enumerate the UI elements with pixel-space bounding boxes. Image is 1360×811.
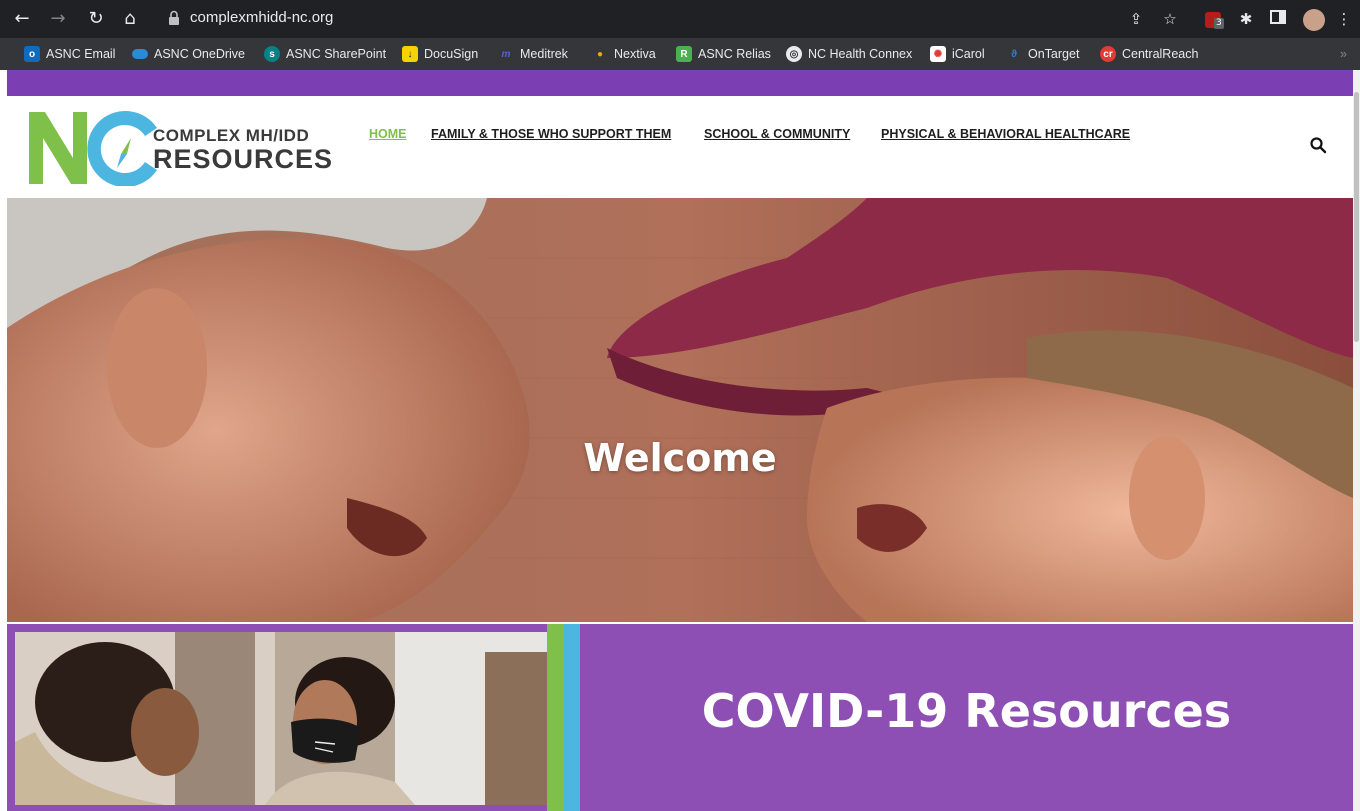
bookmark-nextiva[interactable]: ● Nextiva: [592, 45, 656, 63]
address-bar[interactable]: complexmhidd-nc.org: [190, 9, 333, 26]
sharepoint-icon: s: [264, 46, 280, 62]
bookmark-label: Meditrek: [520, 47, 568, 61]
profile-avatar[interactable]: [1302, 6, 1326, 32]
centralreach-icon: cr: [1100, 46, 1116, 62]
bookmark-label: ASNC Email: [46, 47, 116, 61]
nextiva-icon: ●: [596, 48, 604, 60]
side-panel-icon[interactable]: [1266, 6, 1290, 32]
top-accent-bar: [7, 70, 1353, 96]
logo-line2: RESOURCES: [153, 144, 334, 174]
bookmark-star-icon[interactable]: ☆: [1158, 6, 1182, 32]
bookmark-asnc-sharepoint[interactable]: s ASNC SharePoint: [264, 45, 386, 63]
bookmarks-bar: o ASNC Email ASNC OneDrive s ASNC SharePoi…: [0, 38, 1360, 70]
bookmark-label: iCarol: [952, 47, 985, 61]
menu-kebab-icon[interactable]: ⋮: [1334, 6, 1354, 32]
back-arrow-icon[interactable]: ←: [10, 7, 34, 31]
nav-family[interactable]: FAMILY & THOSE WHO SUPPORT THEM: [431, 127, 671, 141]
nav-home[interactable]: HOME: [369, 127, 407, 141]
nav-healthcare[interactable]: PHYSICAL & BEHAVIORAL HEALTHCARE: [881, 127, 1130, 141]
bookmark-icarol[interactable]: ✺ iCarol: [930, 45, 985, 63]
bookmark-label: DocuSign: [424, 47, 479, 61]
ublock-extension-icon[interactable]: 3: [1200, 6, 1226, 32]
globe-icon: ◎: [786, 46, 802, 62]
logo-line1: COMPLEX MH/IDD: [153, 126, 310, 145]
hero-title: Welcome: [583, 436, 777, 480]
search-icon[interactable]: [1309, 136, 1331, 158]
bookmark-label: ASNC SharePoint: [286, 47, 387, 61]
nav-school-community[interactable]: SCHOOL & COMMUNITY: [704, 127, 850, 141]
scrollbar-thumb[interactable]: [1354, 92, 1359, 342]
reload-icon[interactable]: ↻: [84, 7, 108, 31]
home-icon[interactable]: ⌂: [118, 7, 142, 31]
site-logo[interactable]: COMPLEX MH/IDD RESOURCES: [27, 108, 332, 186]
bookmark-docusign[interactable]: ↓ DocuSign: [402, 45, 478, 63]
accent-stripe-green: [547, 624, 564, 811]
ontarget-icon: ϑ: [1011, 48, 1017, 60]
outlook-icon: o: [24, 46, 40, 62]
extensions-puzzle-icon[interactable]: ✱: [1234, 6, 1258, 32]
meditrek-icon: m: [501, 48, 511, 60]
accent-stripe-blue: [564, 624, 580, 811]
share-icon[interactable]: ⇪: [1124, 6, 1148, 32]
covid-title: COVID-19 Resources: [701, 684, 1232, 738]
hero-banner: Welcome: [7, 198, 1353, 622]
site-header: COMPLEX MH/IDD RESOURCES HOME FAMILY & T…: [7, 96, 1353, 198]
bookmark-label: CentralReach: [1122, 47, 1199, 61]
mask-photo: [15, 632, 547, 805]
bookmark-label: ASNC Relias: [698, 47, 771, 61]
bookmark-nc-health-connex[interactable]: ◎ NC Health Connex: [786, 45, 912, 63]
bookmark-asnc-relias[interactable]: R ASNC Relias: [676, 45, 771, 63]
covid-photo: [15, 632, 547, 805]
lock-icon[interactable]: [168, 10, 182, 28]
extension-badge: 3: [1214, 18, 1224, 29]
covid-resources-banner[interactable]: COVID-19 Resources: [7, 624, 1353, 811]
bookmark-asnc-onedrive[interactable]: ASNC OneDrive: [132, 45, 245, 63]
bookmark-centralreach[interactable]: cr CentralReach: [1100, 45, 1198, 63]
docusign-icon: ↓: [402, 46, 418, 62]
bookmark-label: NC Health Connex: [808, 47, 913, 61]
bookmark-label: Nextiva: [614, 47, 656, 61]
relias-icon: R: [676, 46, 692, 62]
bookmark-label: ASNC OneDrive: [154, 47, 245, 61]
browser-toolbar: ← → ↻ ⌂ complexmhidd-nc.org ⇪ ☆ 3 ✱ ⋮: [0, 0, 1360, 38]
bookmark-ontarget[interactable]: ϑ OnTarget: [1006, 45, 1079, 63]
bookmarks-overflow-icon[interactable]: »: [1340, 45, 1347, 63]
onedrive-icon: [132, 49, 148, 59]
icarol-icon: ✺: [930, 46, 946, 62]
nc-logo-icon: [29, 111, 157, 186]
hero-photo: [7, 198, 1353, 622]
bookmark-label: OnTarget: [1028, 47, 1080, 61]
bookmark-meditrek[interactable]: m Meditrek: [498, 45, 568, 63]
forward-arrow-icon[interactable]: →: [46, 7, 70, 31]
bookmark-asnc-email[interactable]: o ASNC Email: [24, 45, 115, 63]
